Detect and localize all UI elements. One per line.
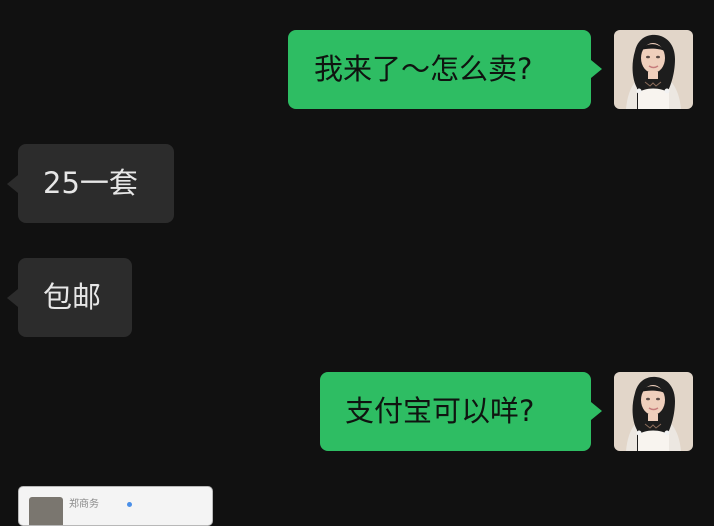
bubble-tail-right <box>591 60 602 78</box>
incoming-message-bubble[interactable]: 25一套 <box>18 144 174 223</box>
card-title-fragment: 郑商务 <box>69 499 99 510</box>
partial-shared-card[interactable]: 郑商务 <box>18 486 213 526</box>
outgoing-message-bubble[interactable]: 支付宝可以咩? <box>320 372 591 451</box>
message-row-outgoing: 我来了～怎么卖? <box>0 0 714 120</box>
card-status-dot <box>127 502 132 507</box>
user-avatar-icon <box>614 372 693 451</box>
message-text: 支付宝可以咩? <box>345 394 535 428</box>
bubble-tail-right <box>591 402 602 420</box>
bubble-tail-left <box>7 289 18 307</box>
message-text: 25一套 <box>43 166 138 200</box>
message-text: 我来了～怎么卖? <box>314 52 533 86</box>
user-avatar[interactable] <box>614 372 693 451</box>
incoming-message-bubble[interactable]: 包邮 <box>18 258 132 337</box>
bubble-tail-left <box>7 175 18 193</box>
message-text: 包邮 <box>43 280 102 314</box>
chat-screen: 我来了～怎么卖? 25一套 包邮 支付宝可以咩? 郑商务 <box>0 0 714 526</box>
user-avatar-icon <box>614 30 693 109</box>
user-avatar[interactable] <box>614 30 693 109</box>
message-row-incoming: 包邮 <box>0 250 714 350</box>
card-thumbnail-icon <box>29 497 63 525</box>
message-row-outgoing: 支付宝可以咩? <box>0 360 714 460</box>
message-row-incoming: 25一套 <box>0 130 714 230</box>
outgoing-message-bubble[interactable]: 我来了～怎么卖? <box>288 30 591 109</box>
